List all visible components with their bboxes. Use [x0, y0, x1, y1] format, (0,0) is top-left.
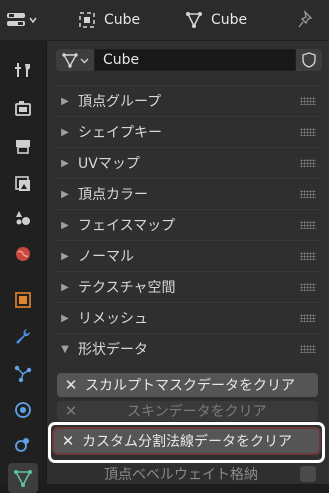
panel-vertex-groups[interactable]: ▶ 頂点グループ	[56, 85, 322, 116]
expand-arrow-icon: ▼	[61, 343, 69, 355]
collapse-arrow-icon: ▶	[61, 219, 69, 231]
render-icon	[15, 101, 31, 116]
drag-handle-icon[interactable]	[300, 314, 316, 322]
collapse-arrow-icon: ▶	[61, 250, 69, 262]
collapse-arrow-icon: ▶	[61, 126, 69, 138]
store-vertex-bevel-weight-option: 頂点ベベルウェイト格納	[104, 464, 322, 484]
tab-scene[interactable]	[8, 203, 38, 233]
properties-editor: Cube Cube Cube ▶ 頂点グループ ▶ シェイプキー ▶ UVマップ…	[0, 0, 329, 493]
collapse-arrow-icon: ▶	[61, 281, 69, 293]
drag-handle-icon[interactable]	[300, 345, 316, 353]
output-icon	[16, 140, 30, 154]
scene-icon	[16, 211, 30, 225]
chevron-down-icon	[80, 58, 88, 63]
chevron-down-icon	[29, 17, 37, 24]
tab-physics[interactable]	[8, 395, 38, 425]
option-label: 頂点ベベルウェイト格納	[104, 467, 258, 483]
collapse-arrow-icon: ▶	[61, 95, 69, 107]
properties-header: Cube Cube	[0, 0, 329, 41]
tool-settings-icon	[15, 63, 30, 77]
collapse-arrow-icon: ▶	[61, 157, 69, 169]
panel-geometry-data[interactable]: ▼ 形状データ	[56, 333, 322, 364]
vertex-bevel-weight-checkbox[interactable]	[300, 466, 316, 482]
properties-tabs	[0, 41, 47, 493]
shield-icon	[302, 52, 316, 68]
collapse-arrow-icon: ▶	[61, 312, 69, 324]
mesh-breadcrumb[interactable]: Cube	[185, 9, 247, 31]
drag-handle-icon[interactable]	[300, 221, 316, 229]
physics-icon	[15, 402, 31, 418]
properties-editor-icon	[7, 13, 25, 26]
drag-handle-icon[interactable]	[300, 159, 316, 167]
panel-label: フェイスマップ	[78, 218, 176, 234]
clear-skin-data-button[interactable]: ✕ スキンデータをクリア	[57, 401, 318, 421]
tab-modifiers[interactable]	[8, 321, 38, 351]
world-icon	[16, 247, 30, 261]
button-label: スキンデータをクリア	[127, 404, 267, 420]
pin-icon[interactable]	[297, 10, 317, 30]
drag-handle-icon[interactable]	[300, 252, 316, 260]
mesh-datablock-selector: Cube	[56, 49, 322, 71]
close-icon: ✕	[61, 432, 75, 450]
particles-icon	[14, 365, 32, 383]
tab-world[interactable]	[8, 239, 38, 269]
button-label: カスタム分割法線データをクリア	[82, 434, 292, 450]
panel-label: テクスチャ空間	[78, 280, 176, 296]
panel-label: UVマップ	[78, 156, 140, 172]
drag-handle-icon[interactable]	[300, 97, 316, 105]
collapse-arrow-icon: ▶	[61, 188, 69, 200]
clear-custom-split-normals-button[interactable]: ✕ カスタム分割法線データをクリア	[52, 427, 321, 455]
tab-object[interactable]	[8, 285, 38, 315]
wrench-icon	[16, 329, 31, 344]
panel-vertex-colors[interactable]: ▶ 頂点カラー	[56, 178, 322, 209]
panel-uv-maps[interactable]: ▶ UVマップ	[56, 147, 322, 178]
object-name: Cube	[104, 12, 141, 28]
tab-output[interactable]	[8, 131, 38, 161]
panel-label: 頂点カラー	[78, 187, 148, 203]
drag-handle-icon[interactable]	[300, 128, 316, 136]
mesh-data-icon	[186, 12, 202, 28]
panel-label: リメッシュ	[78, 311, 148, 327]
tab-tool[interactable]	[8, 55, 38, 85]
mesh-name-field[interactable]: Cube	[94, 49, 296, 71]
tab-view-layer[interactable]	[8, 169, 38, 199]
panel-label: ノーマル	[78, 249, 134, 265]
editor-type-selector[interactable]	[6, 9, 40, 31]
panel-shape-keys[interactable]: ▶ シェイプキー	[56, 116, 322, 147]
fake-user-button[interactable]	[296, 49, 322, 71]
drag-handle-icon[interactable]	[300, 190, 316, 198]
clear-sculpt-mask-button[interactable]: ✕ スカルプトマスクデータをクリア	[57, 373, 318, 397]
view-layer-icon	[15, 176, 30, 191]
object-icon	[79, 12, 95, 28]
close-icon: ✕	[64, 402, 78, 420]
panel-remesh[interactable]: ▶ リメッシュ	[56, 302, 322, 333]
object-properties-icon	[15, 292, 31, 308]
panel-label: 形状データ	[78, 342, 148, 358]
tab-particles[interactable]	[8, 359, 38, 389]
mesh-data-icon	[14, 470, 32, 487]
button-label: スカルプトマスクデータをクリア	[85, 378, 295, 394]
panel-face-maps[interactable]: ▶ フェイスマップ	[56, 209, 322, 240]
close-icon: ✕	[64, 376, 78, 394]
tab-mesh-data[interactable]	[8, 463, 38, 493]
constraints-icon	[15, 438, 29, 452]
mesh-browse-button[interactable]	[56, 49, 94, 71]
panel-label: 頂点グループ	[78, 94, 162, 110]
mesh-name: Cube	[211, 12, 248, 28]
mesh-data-icon	[61, 53, 78, 68]
panel-normals[interactable]: ▶ ノーマル	[56, 240, 322, 271]
drag-handle-icon[interactable]	[300, 283, 316, 291]
object-breadcrumb[interactable]: Cube	[78, 9, 140, 31]
tab-constraints[interactable]	[8, 429, 38, 459]
panel-label: シェイプキー	[78, 125, 162, 141]
panel-texture-space[interactable]: ▶ テクスチャ空間	[56, 271, 322, 302]
tab-render[interactable]	[8, 93, 38, 123]
